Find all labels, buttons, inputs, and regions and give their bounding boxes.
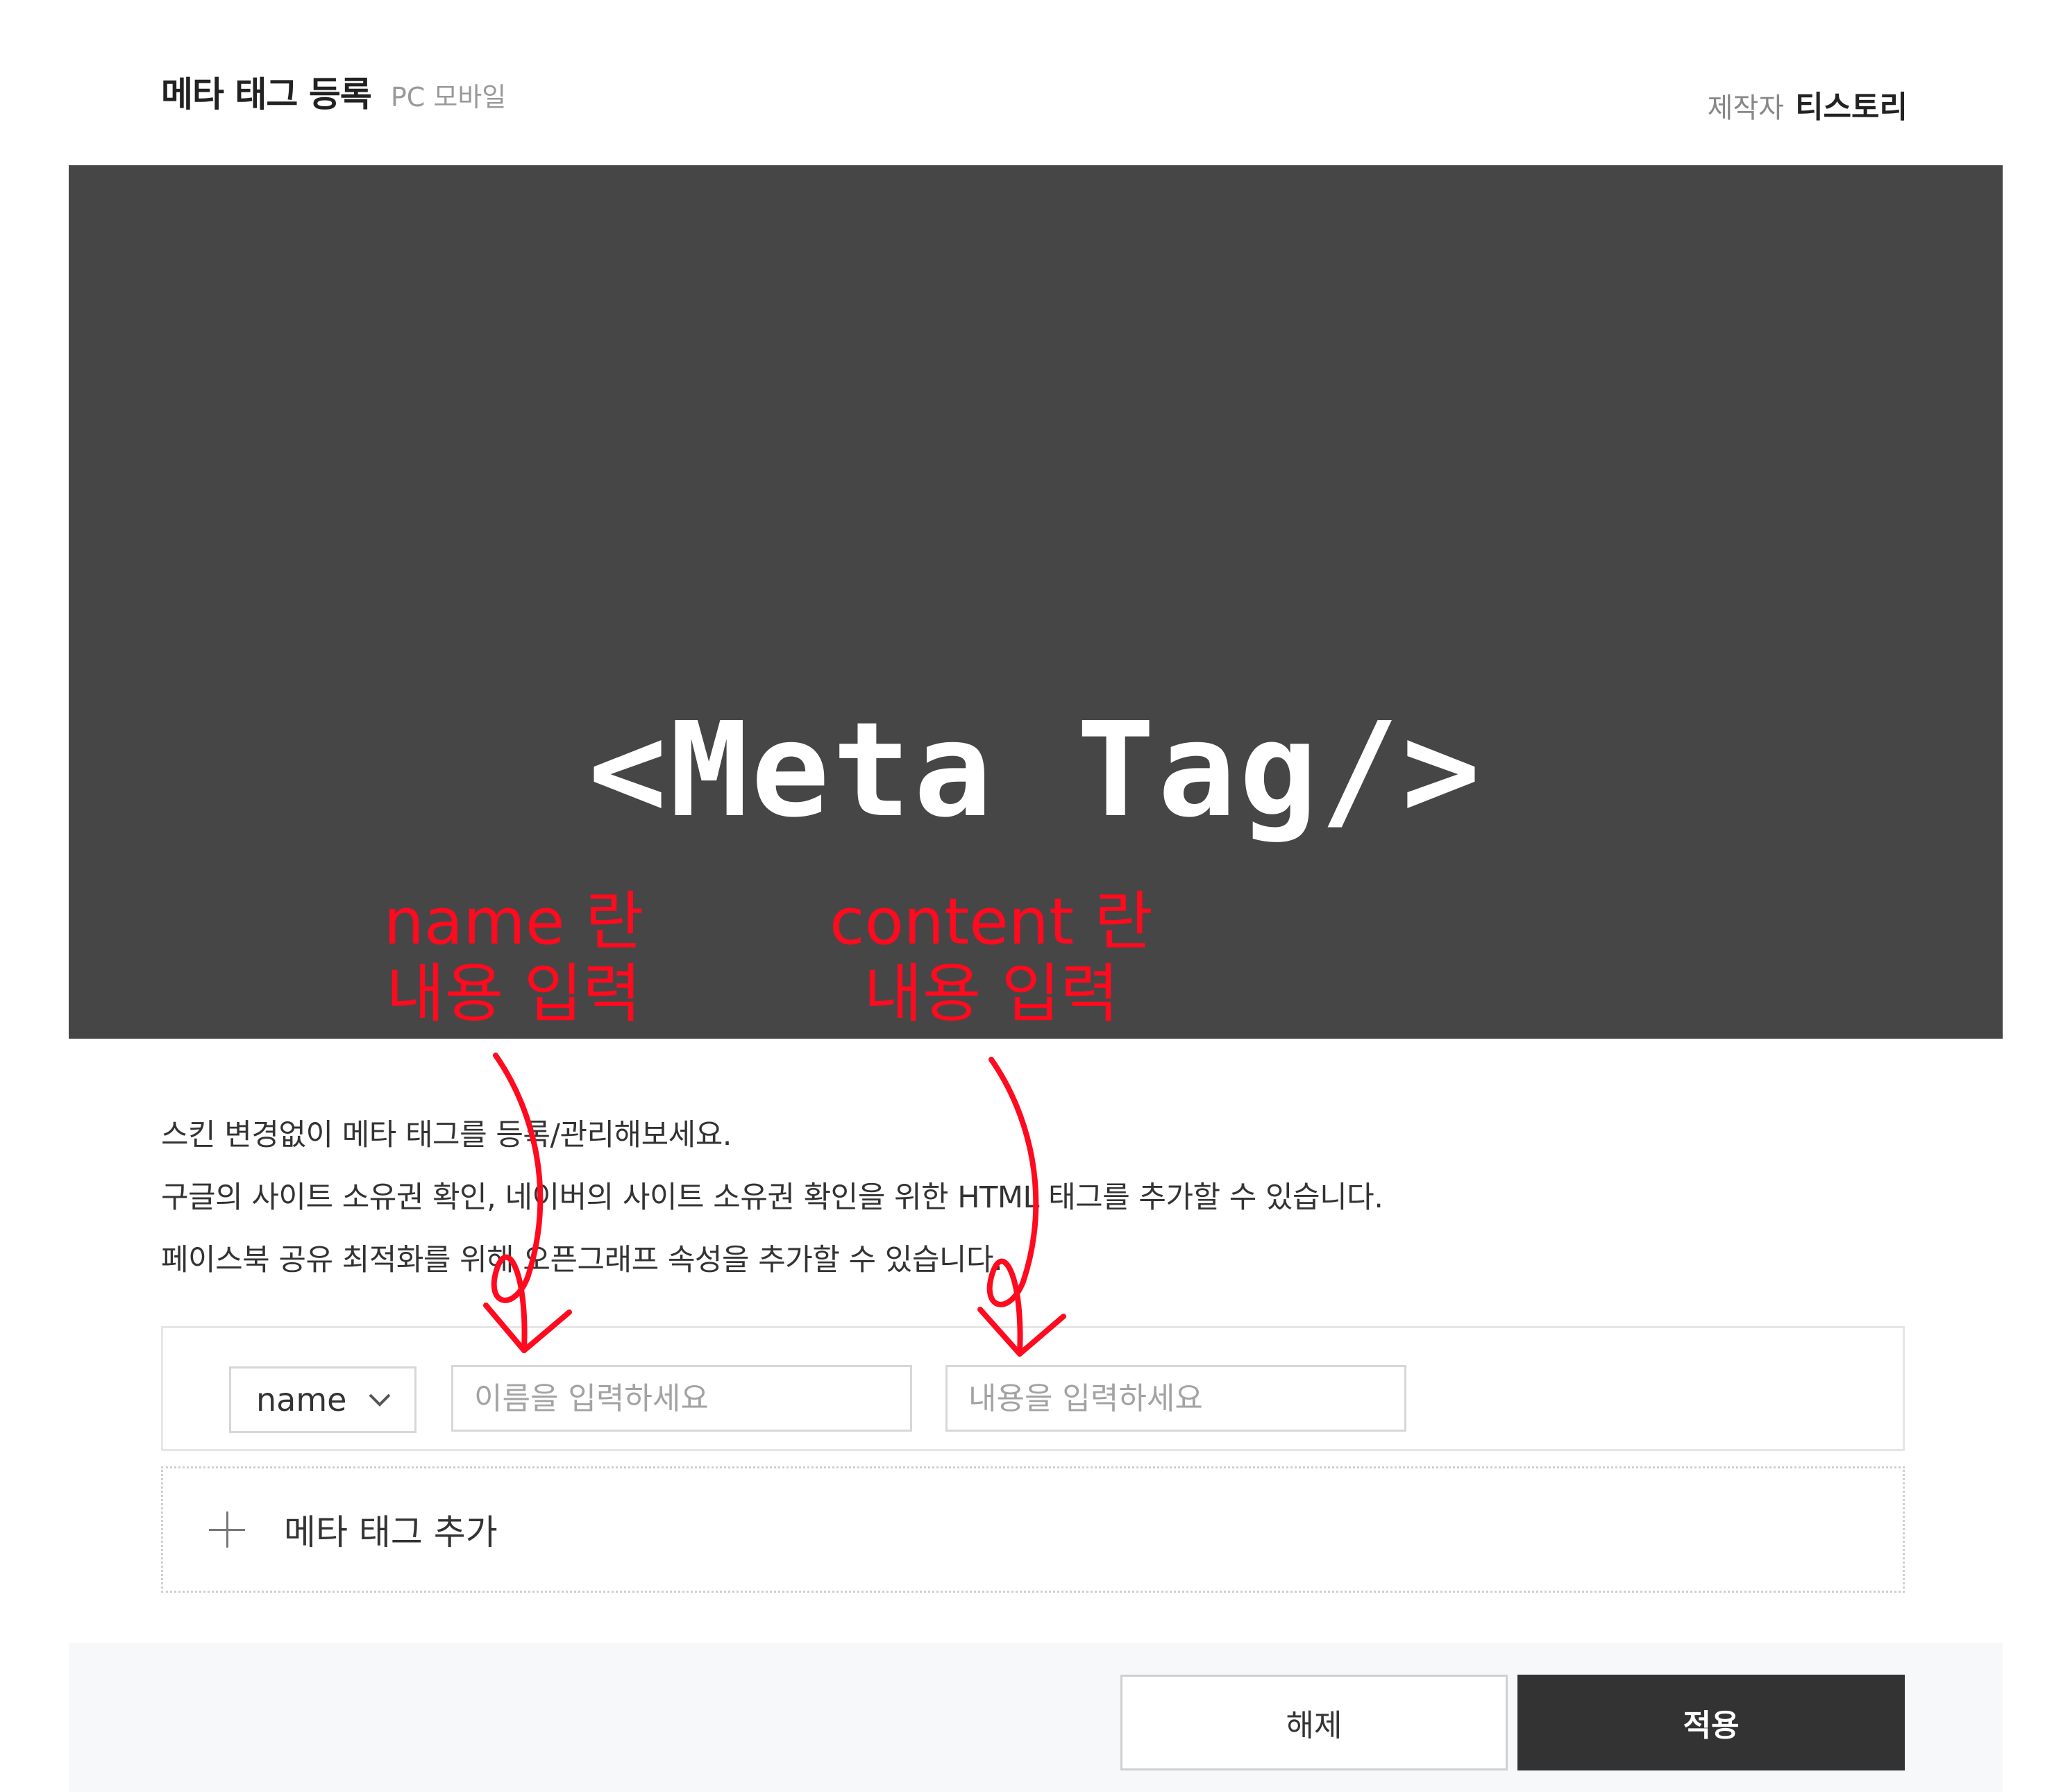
chevron-down-icon	[369, 1393, 391, 1407]
annotation-content-field: content 란 내용 입력	[804, 886, 1179, 1030]
add-meta-tag-button[interactable]: 메타 태그 추가	[161, 1466, 1905, 1593]
annotation-content-line1: content 란	[829, 885, 1154, 959]
page-title: 메타 태그 등록	[161, 74, 372, 115]
plus-icon	[209, 1512, 245, 1548]
maker-info: 제작자 티스토리	[1708, 82, 1908, 126]
cancel-button[interactable]: 해제	[1120, 1675, 1508, 1770]
maker-label: 제작자	[1707, 92, 1785, 124]
annotation-name-field: name 란 내용 입력	[368, 886, 659, 1030]
content-input[interactable]	[945, 1365, 1406, 1432]
annotation-name-line2: 내용 입력	[386, 957, 641, 1031]
description-line: 페이스북 공유 최적화를 위해 오픈그래프 속성을 추가할 수 있습니다.	[161, 1243, 1003, 1278]
banner-text: <Meta Tag/>	[588, 694, 1483, 846]
device-labels: PC 모바일	[390, 82, 507, 112]
description-line: 구글의 사이트 소유권 확인, 네이버의 사이트 소유권 확인을 위한 HTML…	[161, 1180, 1383, 1215]
name-input[interactable]	[451, 1365, 912, 1432]
annotation-content-line2: 내용 입력	[864, 957, 1119, 1031]
description: 스킨 변경없이 메타 태그를 등록/관리해보세요. 구글의 사이트 소유권 확인…	[161, 1104, 1383, 1291]
type-select[interactable]: name	[229, 1366, 416, 1433]
description-line: 스킨 변경없이 메타 태그를 등록/관리해보세요.	[161, 1118, 732, 1153]
annotation-name-line1: name 란	[383, 885, 644, 959]
apply-button[interactable]: 적용	[1517, 1675, 1905, 1770]
header: 메타 태그 등록 PC 모바일	[161, 67, 506, 117]
maker-name: 티스토리	[1795, 90, 1908, 125]
type-select-value: name	[256, 1381, 347, 1418]
add-meta-tag-label: 메타 태그 추가	[284, 1512, 498, 1552]
